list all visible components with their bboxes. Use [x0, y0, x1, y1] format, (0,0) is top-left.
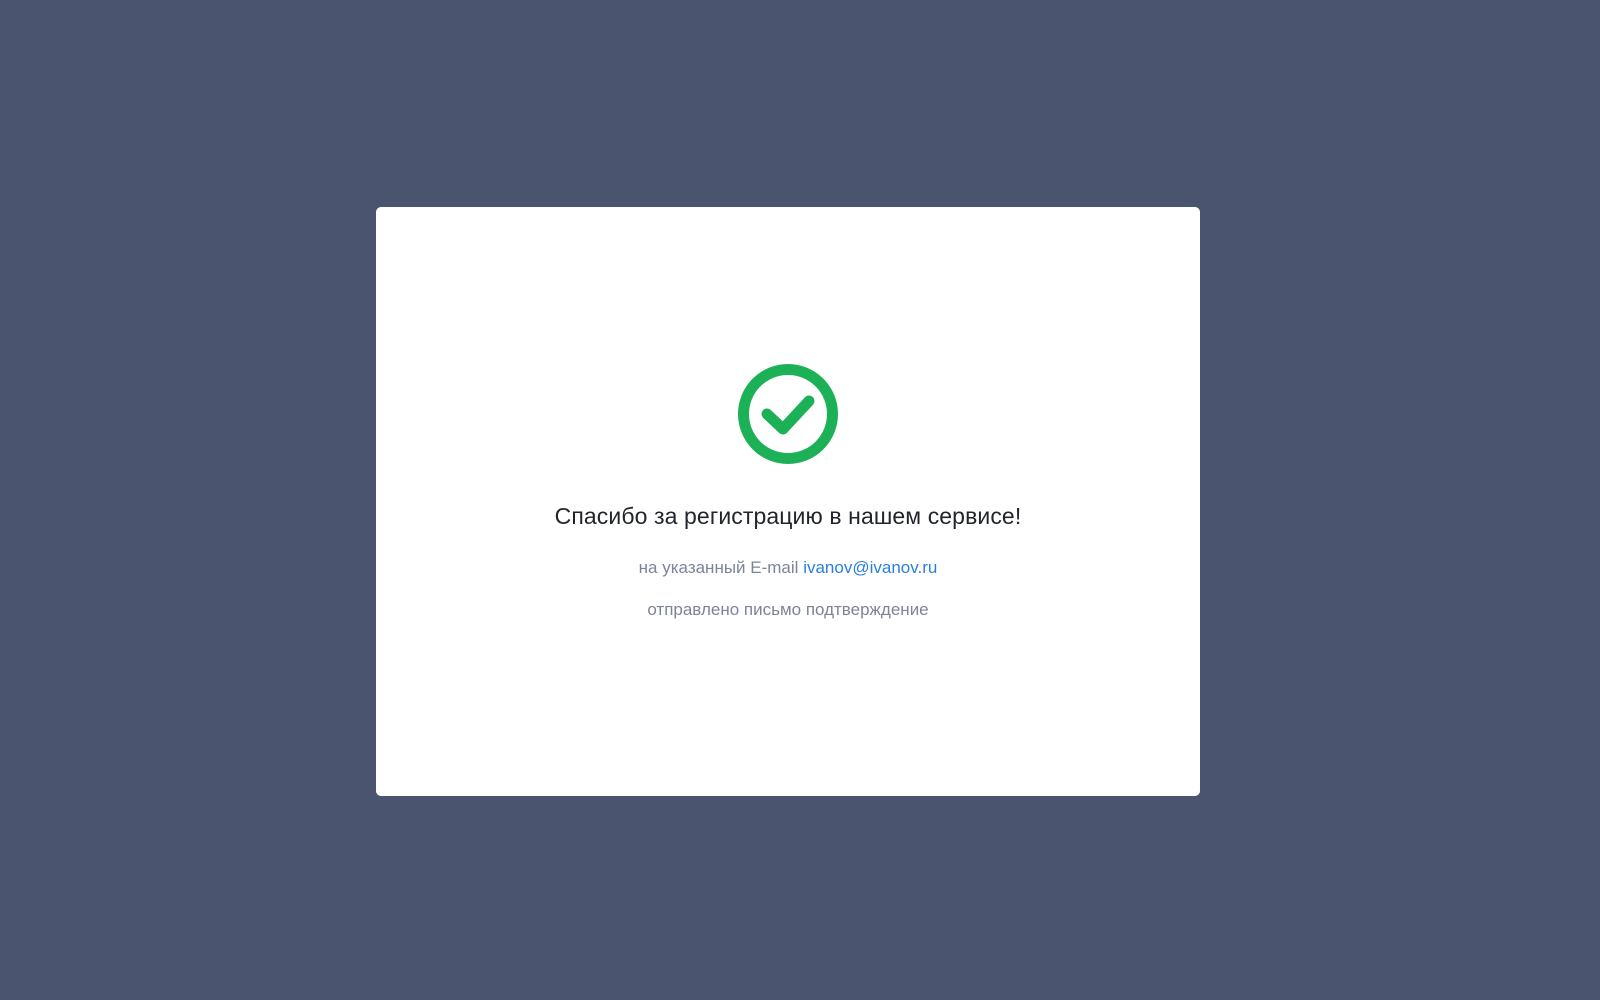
- email-message-prefix: на указанный E-mail: [638, 558, 799, 577]
- check-circle-icon: [738, 364, 838, 464]
- email-sent-message: на указанный E-mail ivanov@ivanov.ru: [376, 557, 1200, 579]
- confirmation-message: отправлено письмо подтверждение: [647, 600, 929, 619]
- email-link[interactable]: ivanov@ivanov.ru: [803, 558, 937, 577]
- registration-success-dialog: Спасибо за регистрацию в нашем сервисе! …: [376, 207, 1200, 796]
- success-title: Спасибо за регистрацию в нашем сервисе!: [554, 503, 1022, 529]
